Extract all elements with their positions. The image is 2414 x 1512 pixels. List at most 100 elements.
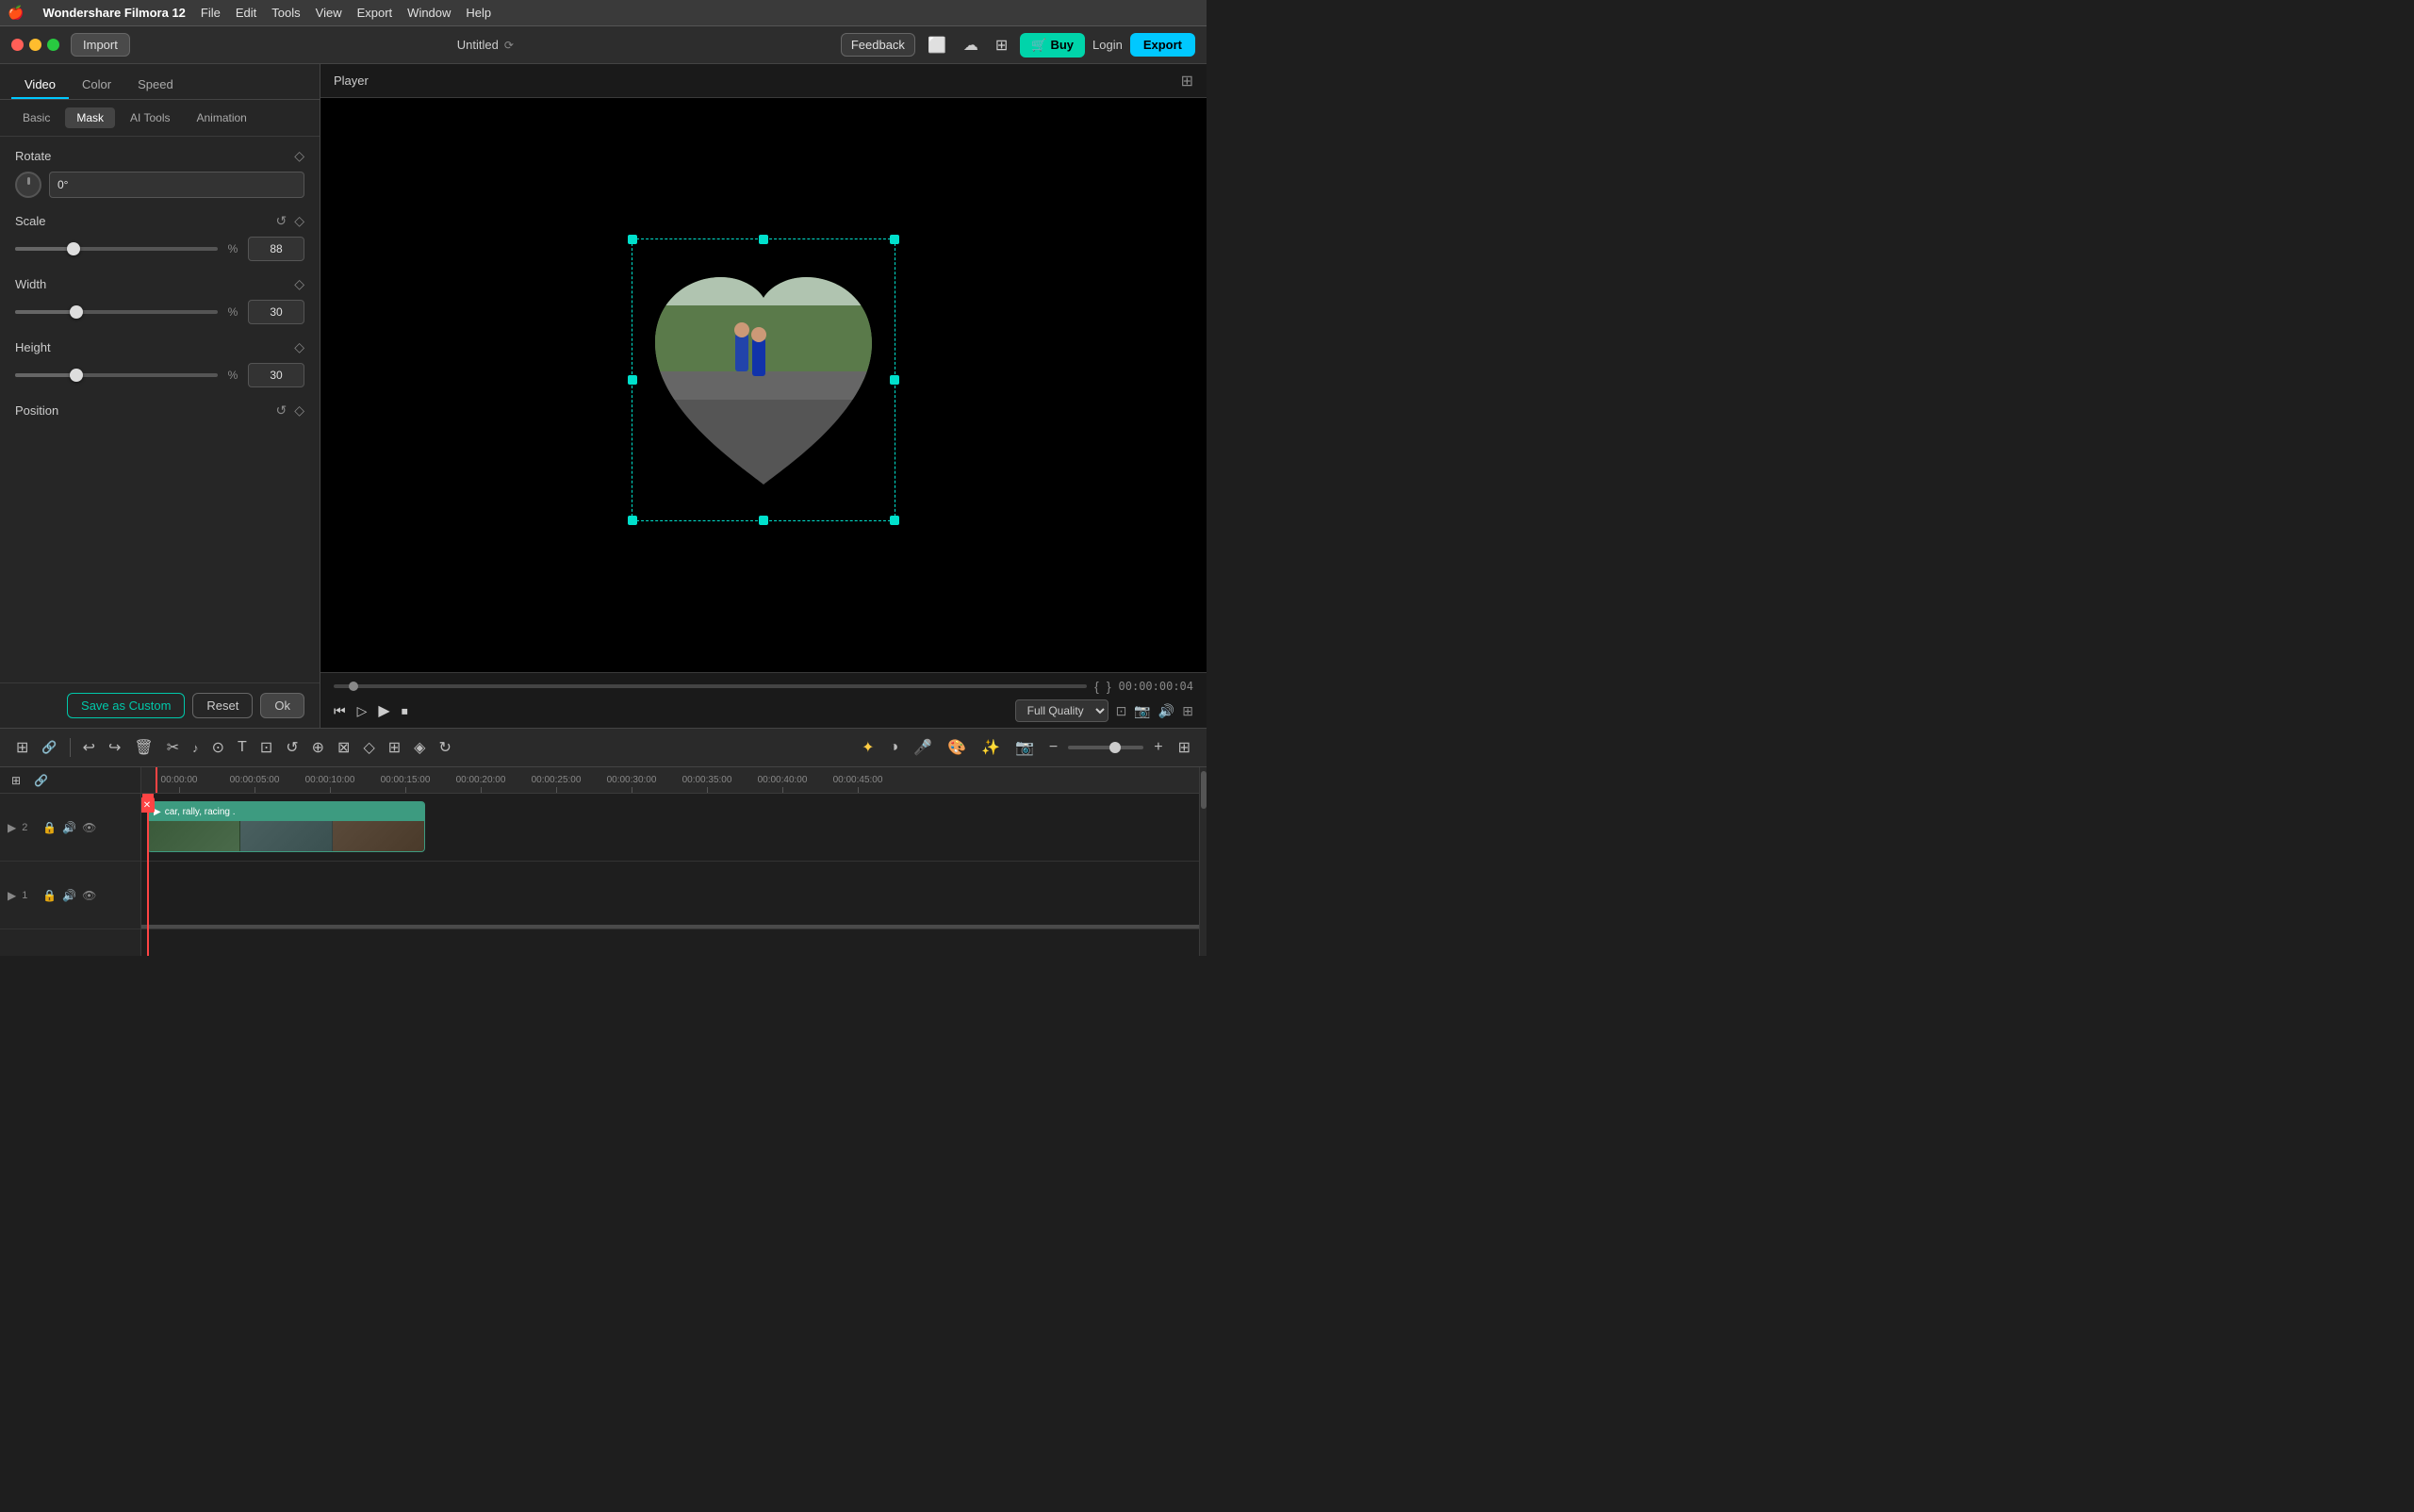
- width-slider[interactable]: [15, 303, 218, 321]
- fullscreen-icon[interactable]: ⊡: [1116, 703, 1127, 719]
- track-lane-1[interactable]: [141, 862, 1199, 929]
- position-reset-icon[interactable]: ↺: [275, 403, 287, 419]
- mark-out-button[interactable]: }: [1107, 679, 1111, 694]
- keyframe-button[interactable]: ⊞: [384, 734, 405, 761]
- color-grade-icon[interactable]: 🎨: [943, 734, 971, 761]
- stop-button[interactable]: ⏹: [402, 703, 408, 719]
- snapshot-icon[interactable]: ⊞: [1181, 72, 1193, 90]
- scrollbar-thumb[interactable]: [1201, 771, 1207, 809]
- step-forward-button[interactable]: ▷: [357, 703, 368, 719]
- zoom-thumb[interactable]: [1109, 742, 1121, 753]
- track-1-eye-icon[interactable]: 👁: [82, 889, 96, 902]
- track-1-speaker-icon[interactable]: 🔊: [62, 889, 76, 902]
- play-button[interactable]: ▶: [378, 701, 389, 720]
- video-clip-2[interactable]: ▶ car, rally, racing .: [147, 801, 425, 852]
- tab-speed[interactable]: Speed: [124, 72, 187, 99]
- tab-video[interactable]: Video: [11, 72, 69, 99]
- sub-tab-mask[interactable]: Mask: [65, 107, 115, 128]
- scale-keyframe-icon[interactable]: ◇: [294, 213, 304, 229]
- track-2-lock-icon[interactable]: 🔒: [42, 821, 57, 834]
- width-keyframe-icon[interactable]: ◇: [294, 276, 304, 292]
- export-button[interactable]: Export: [1130, 33, 1195, 57]
- height-value-input[interactable]: [248, 363, 304, 387]
- sub-tab-animation[interactable]: Animation: [185, 107, 257, 128]
- motion-button[interactable]: ↻: [434, 734, 455, 761]
- scale-slider[interactable]: [15, 239, 218, 258]
- sticker-button[interactable]: ⊡: [255, 734, 277, 761]
- speed-button[interactable]: ⊕: [307, 734, 329, 761]
- buy-button[interactable]: 🛒 Buy: [1020, 33, 1085, 58]
- rotate-tool-button[interactable]: ↺: [281, 734, 303, 761]
- mask-icon[interactable]: ◑: [885, 735, 904, 760]
- layout-button[interactable]: ⊞: [11, 734, 33, 761]
- width-value-input[interactable]: [248, 300, 304, 324]
- position-keyframe-icon[interactable]: ◇: [294, 403, 304, 419]
- text-button[interactable]: T: [233, 735, 252, 760]
- height-keyframe-icon[interactable]: ◇: [294, 339, 304, 355]
- menu-view[interactable]: View: [316, 6, 342, 20]
- redo-button[interactable]: ↪: [104, 734, 125, 761]
- height-thumb[interactable]: [70, 369, 83, 382]
- stabilize-button[interactable]: ◈: [409, 734, 430, 761]
- rotate-keyframe-icon[interactable]: ◇: [294, 148, 304, 164]
- scale-thumb[interactable]: [67, 242, 80, 255]
- track-2-speaker-icon[interactable]: 🔊: [62, 821, 76, 834]
- crop-button[interactable]: ⊠: [333, 734, 354, 761]
- ok-button[interactable]: Ok: [260, 693, 304, 718]
- shape-button[interactable]: ◇: [358, 734, 379, 761]
- tab-color[interactable]: Color: [69, 72, 124, 99]
- mic-icon[interactable]: 🎤: [909, 734, 937, 761]
- close-window-button[interactable]: [11, 39, 24, 51]
- rewind-button[interactable]: ⏮: [334, 703, 346, 719]
- scale-reset-icon[interactable]: ↺: [275, 213, 287, 229]
- ai-tools-icon[interactable]: ✨: [977, 734, 1005, 761]
- settings-player-icon[interactable]: ⊞: [1182, 703, 1193, 719]
- reset-button[interactable]: Reset: [192, 693, 253, 718]
- track-lane-2[interactable]: ▶ car, rally, racing .: [141, 794, 1199, 862]
- save-as-custom-button[interactable]: Save as Custom: [67, 693, 185, 718]
- delete-button[interactable]: 🗑: [129, 734, 157, 761]
- cut-button[interactable]: ✂: [162, 734, 184, 761]
- timeline-scrollbar[interactable]: [1199, 767, 1207, 956]
- menu-edit[interactable]: Edit: [236, 6, 256, 20]
- width-thumb[interactable]: [70, 305, 83, 319]
- menu-help[interactable]: Help: [466, 6, 491, 20]
- sub-tab-ai-tools[interactable]: AI Tools: [119, 107, 181, 128]
- record-button[interactable]: ⊙: [207, 734, 229, 761]
- menu-export[interactable]: Export: [357, 6, 393, 20]
- mark-in-button[interactable]: {: [1094, 679, 1099, 694]
- rotate-dial[interactable]: [15, 172, 41, 198]
- add-track-button[interactable]: ⊞: [8, 772, 25, 789]
- link-button[interactable]: 🔗: [37, 736, 61, 759]
- track-2-eye-icon[interactable]: 👁: [82, 821, 96, 834]
- import-button[interactable]: Import: [71, 33, 130, 57]
- menu-file[interactable]: File: [201, 6, 221, 20]
- feedback-button[interactable]: Feedback: [841, 33, 915, 57]
- scrubber-track[interactable]: [334, 684, 1087, 688]
- grid-view-button[interactable]: ⊞: [1174, 734, 1195, 761]
- login-button[interactable]: Login: [1092, 38, 1123, 52]
- zoom-in-button[interactable]: +: [1149, 735, 1167, 760]
- height-slider[interactable]: [15, 366, 218, 385]
- menu-window[interactable]: Window: [407, 6, 451, 20]
- maximize-window-button[interactable]: [47, 39, 59, 51]
- audio-button[interactable]: ♪: [188, 737, 204, 759]
- menu-tools[interactable]: Tools: [271, 6, 300, 20]
- undo-button[interactable]: ↩: [78, 734, 100, 761]
- zoom-slider[interactable]: [1068, 746, 1143, 749]
- effects-icon[interactable]: ✦: [857, 734, 879, 761]
- volume-icon[interactable]: 🔊: [1158, 703, 1174, 719]
- sub-tab-basic[interactable]: Basic: [11, 107, 61, 128]
- monitor-icon[interactable]: ⬜: [923, 33, 951, 58]
- snapshot-player-icon[interactable]: 📷: [1134, 703, 1150, 719]
- link-tracks-button[interactable]: 🔗: [30, 772, 52, 789]
- scale-value-input[interactable]: [248, 237, 304, 261]
- rotate-input[interactable]: [49, 172, 304, 198]
- minimize-window-button[interactable]: [29, 39, 41, 51]
- scrubber-thumb[interactable]: [349, 682, 358, 691]
- grid-icon[interactable]: ⊞: [991, 33, 1012, 58]
- zoom-out-button[interactable]: −: [1044, 735, 1062, 760]
- sticker2-icon[interactable]: 📷: [1010, 734, 1039, 761]
- track-1-lock-icon[interactable]: 🔒: [42, 889, 57, 902]
- quality-select[interactable]: Full Quality: [1015, 699, 1108, 722]
